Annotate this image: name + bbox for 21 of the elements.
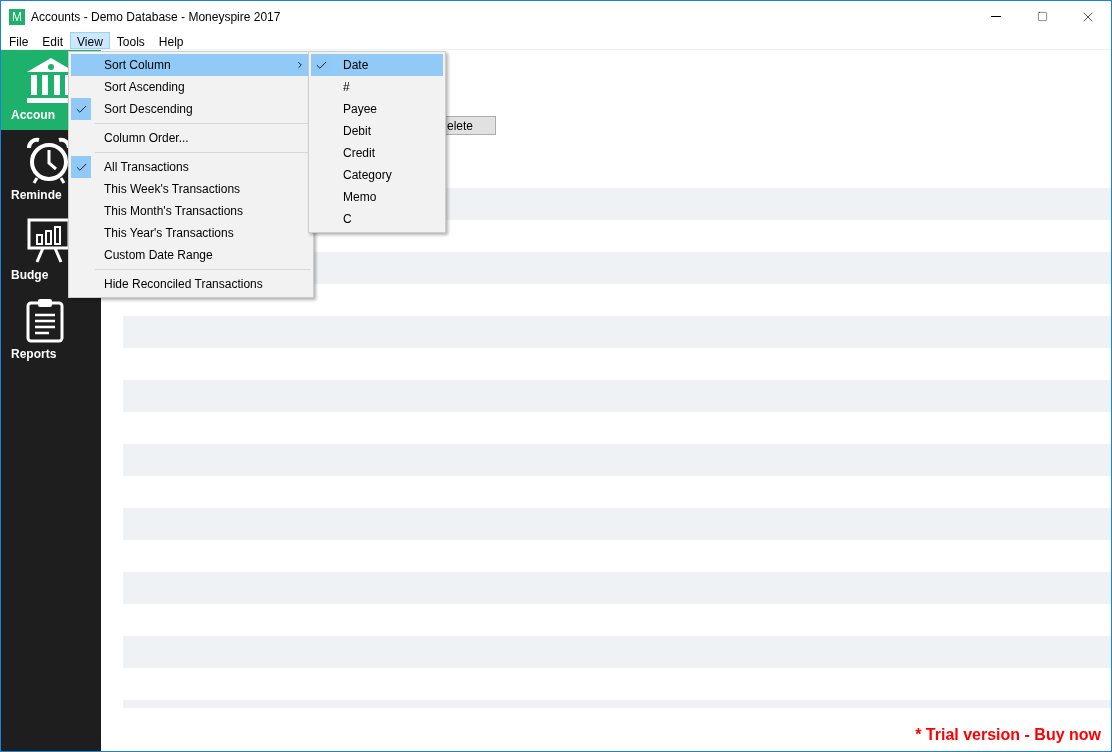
menu-option[interactable]: C — [311, 208, 443, 230]
menu-option[interactable]: Sort Column — [71, 54, 311, 76]
menu-option[interactable]: # — [311, 76, 443, 98]
menu-item[interactable]: View — [70, 32, 110, 49]
menu-option[interactable]: Memo — [311, 186, 443, 208]
maximize-icon — [1036, 11, 1048, 22]
clipboard-icon — [25, 297, 65, 343]
app-logo: M — [9, 8, 25, 25]
trial-buy-link[interactable]: * Trial version - Buy now — [915, 723, 1101, 747]
menu-item[interactable]: Tools — [109, 32, 152, 49]
menu-option[interactable]: Credit — [311, 142, 443, 164]
delete-button[interactable]: elete — [446, 116, 496, 135]
menu-option[interactable]: Category — [311, 164, 443, 186]
minimize-icon — [991, 16, 1001, 17]
menu-item[interactable]: File — [2, 32, 36, 49]
menu-item[interactable]: Help — [151, 32, 191, 49]
menu-item[interactable]: Edit — [35, 32, 71, 49]
menu-option[interactable]: Debit — [311, 120, 443, 142]
menu-option[interactable]: Payee — [311, 98, 443, 120]
menu-option[interactable]: Date — [311, 54, 443, 76]
window-title: Accounts - Demo Database - Moneyspire 2017 — [31, 8, 281, 26]
